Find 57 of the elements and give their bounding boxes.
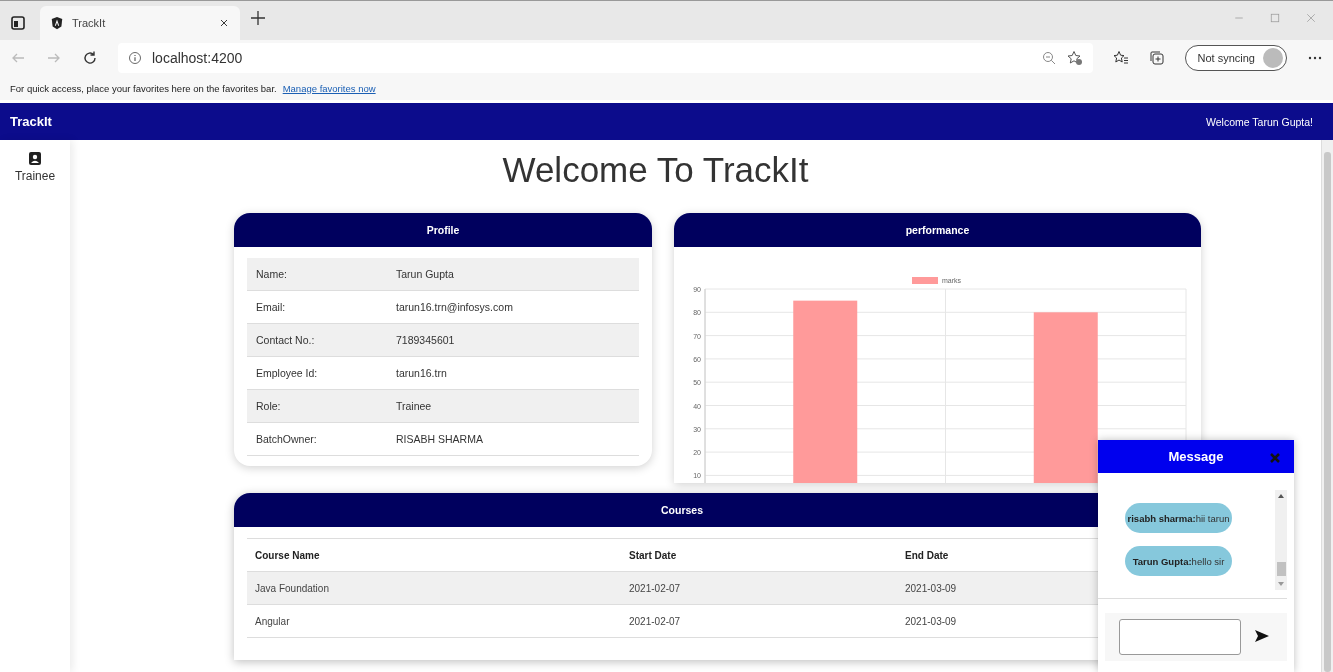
refresh-icon[interactable]: [82, 50, 98, 66]
add-favorite-icon[interactable]: [1066, 50, 1083, 66]
favorites-icon[interactable]: [1112, 50, 1129, 66]
field-value: RISABH SHARMA: [396, 433, 483, 445]
column-header: End Date: [904, 549, 950, 561]
table-cell-text: 2021-03-09: [904, 582, 958, 594]
legend-swatch: [912, 277, 938, 284]
page-heading: Welcome To TrackIt: [501, 149, 810, 191]
profile-button[interactable]: Not syncing: [1184, 45, 1287, 71]
address-bar[interactable]: localhost:4200: [118, 43, 1093, 73]
field-value: Tarun Gupta: [396, 268, 454, 280]
contact-card-icon: [29, 152, 41, 165]
field-label: Name:: [256, 268, 288, 280]
close-icon[interactable]: [218, 17, 230, 29]
chat-title: Message: [1098, 440, 1294, 473]
column-header: Start Date: [628, 549, 678, 561]
app-title: TrackIt: [10, 114, 52, 129]
field-label: Employee Id:: [256, 367, 319, 379]
favorites-hint: For quick access, place your favorites here on the favorites bar.: [10, 82, 277, 94]
field-label: Email:: [256, 301, 287, 313]
chat-message: risabh sharma:hii tarun: [1125, 503, 1232, 533]
browser-tab[interactable]: TrackIt: [40, 6, 240, 40]
tab-title: TrackIt: [72, 17, 107, 29]
greeting: Welcome Tarun Gupta!: [1206, 115, 1313, 128]
field-value: Trainee: [396, 400, 432, 412]
manage-favorites-link[interactable]: Manage favorites now: [282, 82, 376, 94]
scrollbar[interactable]: [1275, 490, 1287, 590]
table-cell-text: Angular: [254, 615, 291, 627]
scroll-down-icon[interactable]: [1278, 582, 1284, 586]
card-title: performance: [674, 213, 1201, 247]
field-label: Contact No.:: [256, 334, 316, 346]
table-cell-text: 2021-02-07: [628, 615, 682, 627]
send-icon[interactable]: [1255, 629, 1269, 645]
card-title: Profile: [234, 213, 652, 247]
scrollbar[interactable]: [1321, 140, 1333, 672]
table-cell-text: 2021-02-07: [628, 582, 682, 594]
field-label: BatchOwner:: [256, 433, 318, 445]
field-value: tarun16.trn: [396, 367, 447, 379]
zoom-out-icon[interactable]: [1040, 50, 1057, 66]
plus-icon[interactable]: [250, 10, 266, 26]
maximize-icon[interactable]: [1269, 12, 1281, 24]
chat-message: Tarun Gupta:hello sir: [1125, 546, 1232, 576]
tab-actions-icon[interactable]: [10, 14, 26, 31]
column-header: Course Name: [254, 549, 321, 561]
message-input[interactable]: [1119, 619, 1241, 655]
sidebar-item[interactable]: Trainee: [14, 152, 56, 183]
field-value: tarun16.trn@infosys.com: [396, 301, 513, 313]
collections-icon[interactable]: [1148, 50, 1165, 66]
scroll-up-icon[interactable]: [1278, 494, 1284, 498]
field-value: 7189345601: [396, 334, 455, 346]
table-cell-text: Java Foundation: [254, 582, 330, 594]
info-icon[interactable]: [128, 51, 142, 65]
field-label: Role:: [256, 400, 282, 412]
scrollbar-thumb[interactable]: [1276, 562, 1286, 576]
table-cell-text: 2021-03-09: [904, 615, 958, 627]
scrollbar-thumb[interactable]: [1324, 152, 1331, 672]
shield-logo-icon: [50, 16, 64, 30]
